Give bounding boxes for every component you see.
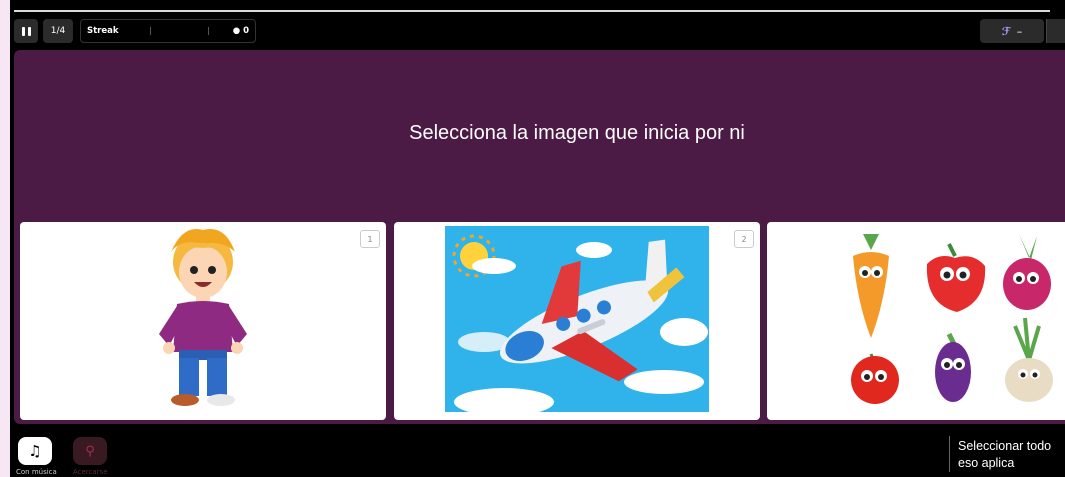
flame-icon: ● [232,26,241,36]
zoom-label: Acercarse [73,468,108,476]
option-card-3[interactable] [767,222,1065,420]
question-counter: 1/4 [43,19,73,43]
theme-button[interactable]: ℱ – [980,19,1044,43]
pause-button[interactable] [14,19,38,43]
theme-icon: ℱ [1001,24,1011,38]
airplane-illustration [445,226,709,416]
divider [949,436,950,472]
music-label: Con música [16,468,57,476]
theme-value: – [1016,24,1023,38]
zoom-button[interactable]: ⚲ [73,437,107,465]
top-bar: 1/4 Streak ● 0 ℱ – [10,12,1065,50]
boy-illustration [159,228,247,406]
streak-value: ● 0 [232,26,249,36]
streak-tick [150,27,151,35]
music-note-icon: ♫ [28,442,42,460]
streak-label: Streak [87,26,119,36]
option-card-2[interactable]: 2 [394,222,760,420]
streak-bar: Streak ● 0 [80,19,256,43]
bottom-bar: ♫ Con música ⚲ Acercarse Seleccionar tod… [10,424,1065,477]
option-number: 1 [360,230,380,248]
left-edge-strip [0,0,10,477]
vegetables-illustration [851,234,1053,404]
music-toggle-button[interactable]: ♫ [18,437,52,465]
zoom-icon: ⚲ [85,443,95,459]
option-number: 2 [734,230,754,248]
streak-tick [208,27,209,35]
option-card-1[interactable]: 1 [20,222,386,420]
question-text: Selecciona la imagen que inicia por ni [409,122,745,144]
more-button[interactable] [1046,19,1065,43]
select-all-instruction: Seleccionar todo eso aplica [958,439,1052,470]
pause-icon [20,26,32,36]
